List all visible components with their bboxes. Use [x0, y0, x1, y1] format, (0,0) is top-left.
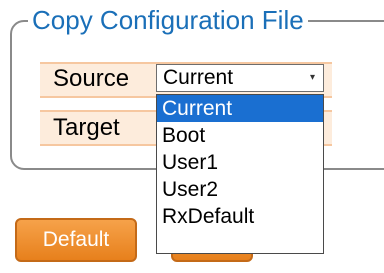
dropdown-option-user2[interactable]: User2	[157, 176, 323, 203]
source-dropdown-list: Current Boot User1 User2 RxDefault	[156, 94, 324, 254]
chevron-down-icon: ▾	[309, 72, 315, 83]
source-select[interactable]: Current ▾	[156, 64, 324, 92]
source-label: Source	[53, 65, 130, 92]
default-button[interactable]: Default	[15, 218, 137, 262]
dropdown-option-rxdefault[interactable]: RxDefault	[157, 203, 323, 230]
target-label: Target	[53, 114, 120, 141]
dropdown-option-user1[interactable]: User1	[157, 149, 323, 176]
dropdown-option-current[interactable]: Current	[157, 95, 323, 122]
dropdown-option-boot[interactable]: Boot	[157, 122, 323, 149]
source-select-value: Current	[163, 66, 234, 89]
panel-title: Copy Configuration File	[28, 4, 308, 36]
